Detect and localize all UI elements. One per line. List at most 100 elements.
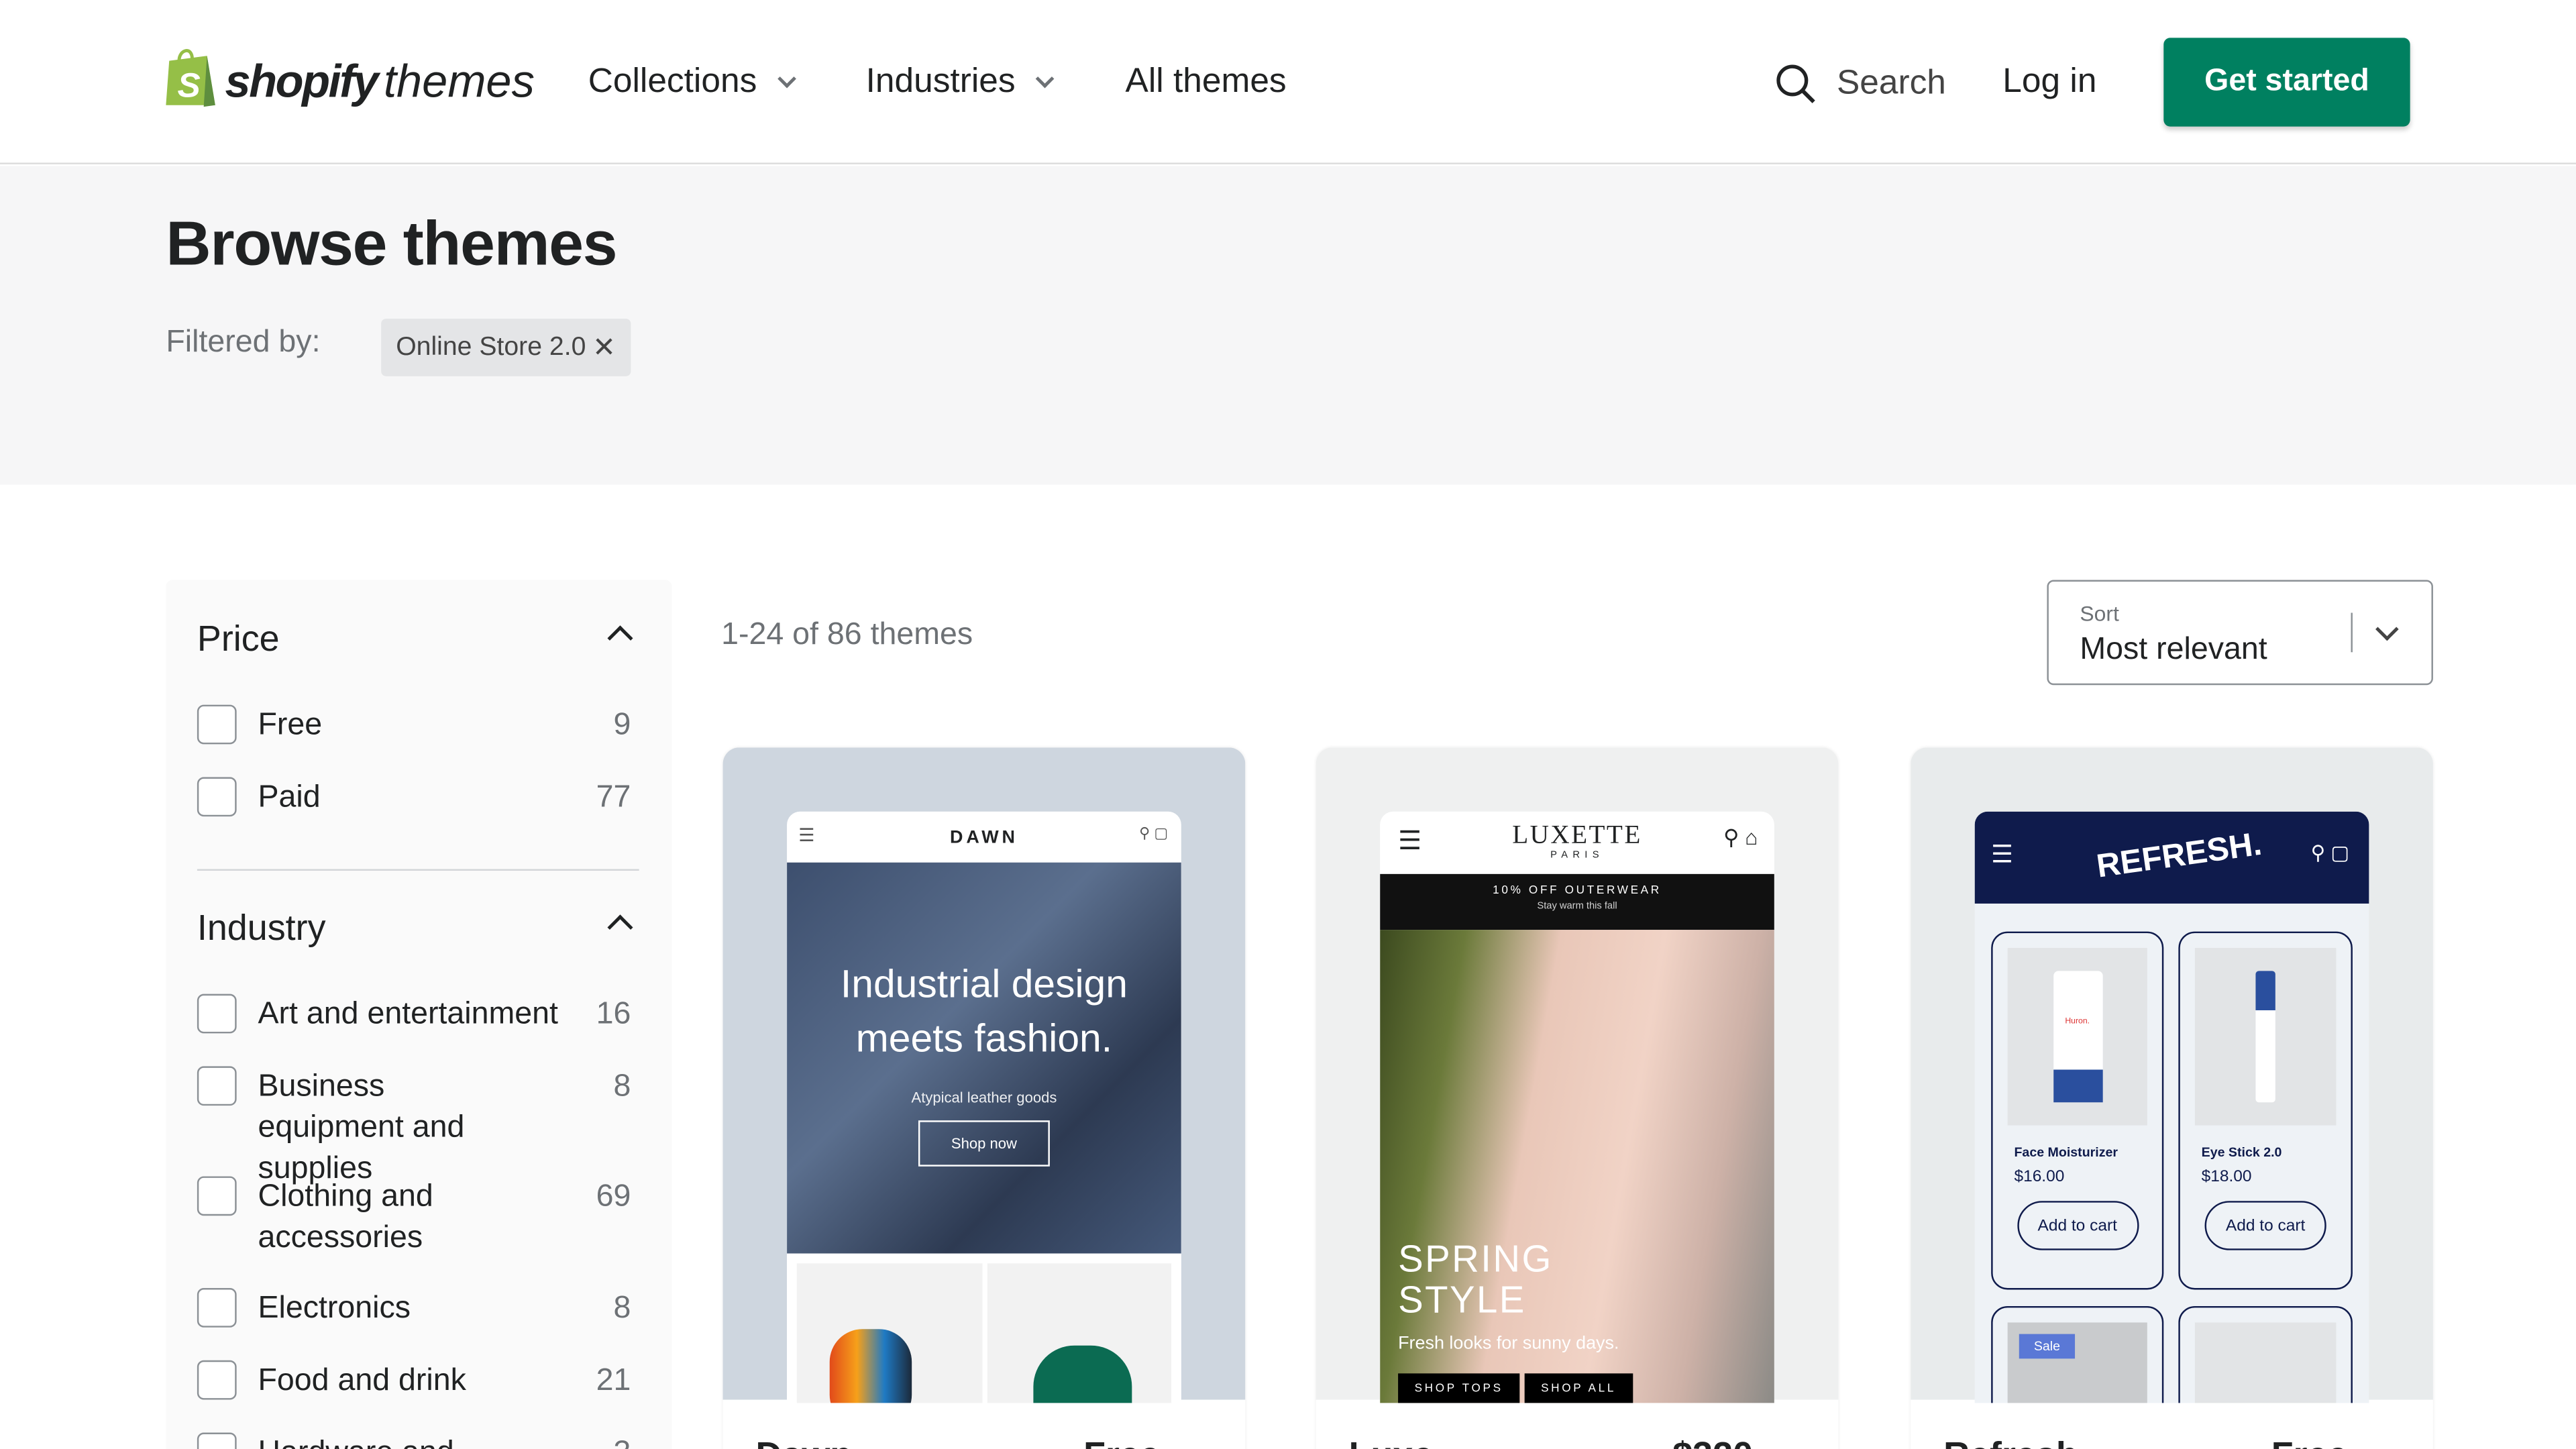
filter-business[interactable]: Business equipment and supplies 8 [197,1066,631,1189]
theme-card-dawn[interactable]: ☰ DAWN ⚲ ▢ Industrial design meets fashi… [722,747,1246,1449]
preview-shop-button: Shop now [918,1120,1050,1167]
preview-headline: SPRING [1398,1237,1553,1280]
preview-banner-sub: Stay warm this fall [1537,902,1617,912]
checkbox[interactable] [197,994,237,1034]
theme-price: Free [1083,1434,1160,1449]
sort-select[interactable]: Sort Most relevant [2047,580,2433,686]
shopify-bag-icon: S [166,49,215,107]
product-price: $16.00 [2014,1168,2065,1187]
theme-preview: ☰ REFRESH. ⚲ ▢ Huron. Face Moisturizer $… [1911,747,2433,1403]
filter-label: Free [258,708,323,743]
add-to-cart-button: Add to cart [2017,1201,2139,1250]
checkbox[interactable] [197,1066,237,1106]
preview-banner: 10% OFF OUTERWEAR [1493,885,1662,898]
search-button[interactable]: Search [1774,62,1946,105]
chevron-up-icon[interactable] [607,625,633,651]
nav-all-themes[interactable]: All themes [1126,62,1287,102]
filter-clothing[interactable]: Clothing and accessories 69 [197,1176,631,1258]
nav-collections[interactable]: Collections [588,62,796,102]
nav-industries[interactable]: Industries [865,62,1055,102]
logo-suffix: themes [383,56,535,107]
product-name: Eye Stick 2.0 [2201,1144,2282,1160]
filter-paid[interactable]: Paid 77 [197,777,631,818]
theme-price: Free [2271,1434,2348,1449]
preview-store-sub: PARIS [1550,851,1604,861]
filter-count: 9 [613,708,631,743]
preview-banner-bar: 10% OFF OUTERWEAR Stay warm this fall [1380,873,1774,930]
preview-phone: ☰ REFRESH. ⚲ ▢ Huron. Face Moisturizer $… [1974,811,2369,1403]
theme-name: Luxe [1349,1434,1434,1449]
filter-label: Business equipment and supplies [258,1069,465,1187]
filter-electronics[interactable]: Electronics 8 [197,1288,631,1329]
chevron-up-icon[interactable] [607,914,633,941]
filter-count: 69 [596,1179,631,1214]
login-link[interactable]: Log in [2002,62,2096,102]
results-count: 1-24 of 86 themes [721,617,973,653]
filter-chip-label: Online Store 2.0 [396,332,586,361]
filter-label: Art and entertainment [258,997,558,1032]
close-icon[interactable]: ✕ [592,331,616,364]
site-header: S shopify themes Collections Industries … [0,0,2576,164]
product-image: Huron. [2007,948,2147,1126]
svg-text:S: S [177,65,200,104]
filter-label: Electronics [258,1291,411,1326]
search-label: Search [1836,64,1946,102]
price-title: Price [197,617,280,659]
preview-phone: ☰ DAWN ⚲ ▢ Industrial design meets fashi… [787,811,1181,1403]
product-image [986,1263,1172,1403]
theme-preview: ☰ DAWN ⚲ ▢ Industrial design meets fashi… [722,747,1246,1403]
theme-card-refresh[interactable]: ☰ REFRESH. ⚲ ▢ Huron. Face Moisturizer $… [1911,747,2433,1449]
theme-preview: ☰ LUXETTE PARIS ⚲ ⌂ 10% OFF OUTERWEAR St… [1316,747,1839,1403]
product-image [2194,948,2337,1126]
cart-icon: ⚲ ⌂ [1723,824,1758,850]
filter-sidebar: Price Free 9 Paid 77 Industry Art and ente… [166,580,672,1449]
chevron-down-icon [1035,68,1055,88]
filter-chip[interactable]: Online Store 2.0 ✕ [381,319,631,376]
get-started-button[interactable]: Get started [2163,38,2410,127]
filter-count: 8 [613,1069,631,1104]
checkbox[interactable] [197,1288,237,1328]
filter-free[interactable]: Free 9 [197,704,631,746]
filter-count: 3 [582,1433,631,1449]
menu-icon: ☰ [1398,828,1422,856]
checkbox[interactable] [197,704,237,745]
checkbox[interactable] [197,777,237,817]
preview-sub: Fresh looks for sunny days. [1398,1334,1619,1354]
product-image [796,1263,982,1403]
product-image [2194,1322,2337,1403]
product-price: $18.00 [2201,1168,2252,1187]
filter-hardware[interactable]: Hardware and3 [197,1432,631,1449]
cart-icon: ⚲ ▢ [2310,841,2350,865]
filter-label: Hardware and [258,1433,581,1449]
preview-headline: STYLE [1398,1278,1526,1321]
shopify-themes-logo[interactable]: S shopify themes [164,46,535,109]
filter-label: Clothing and accessories [258,1179,433,1256]
checkbox[interactable] [197,1432,237,1449]
search-icon: ⚲ ▢ [1139,824,1169,841]
product-card [2178,1305,2353,1403]
divider [197,869,639,871]
preview-shop-tops: SHOP TOPS [1398,1373,1520,1403]
filter-food[interactable]: Food and drink 21 [197,1360,631,1401]
preview-hero-image: Industrial design meets fashion. Atypica… [787,862,1181,1254]
preview-hero-image: SPRING STYLE Fresh looks for sunny days.… [1380,930,1774,1403]
filter-label: Food and drink [258,1363,466,1399]
preview-store-name: LUXETTE [1512,821,1642,850]
filter-label: Paid [258,780,321,815]
filter-art[interactable]: Art and entertainment 16 [197,994,631,1035]
login-label: Log in [2002,62,2097,101]
theme-card-luxe[interactable]: ☰ LUXETTE PARIS ⚲ ⌂ 10% OFF OUTERWEAR St… [1316,747,1839,1449]
filter-count: 8 [613,1291,631,1326]
nav-label: Industries [865,62,1016,101]
checkbox[interactable] [197,1360,237,1400]
nav-label: Collections [588,62,757,101]
divider [2351,612,2353,653]
menu-icon: ☰ [798,826,815,847]
product-card: Sale [1991,1305,2164,1403]
preview-sub: Atypical leather goods [911,1089,1057,1106]
add-to-cart-button: Add to cart [2204,1201,2326,1250]
filter-count: 16 [596,997,631,1032]
filtered-by-label: Filtered by: [166,325,321,360]
checkbox[interactable] [197,1176,237,1216]
sort-value: Most relevant [2080,632,2267,667]
